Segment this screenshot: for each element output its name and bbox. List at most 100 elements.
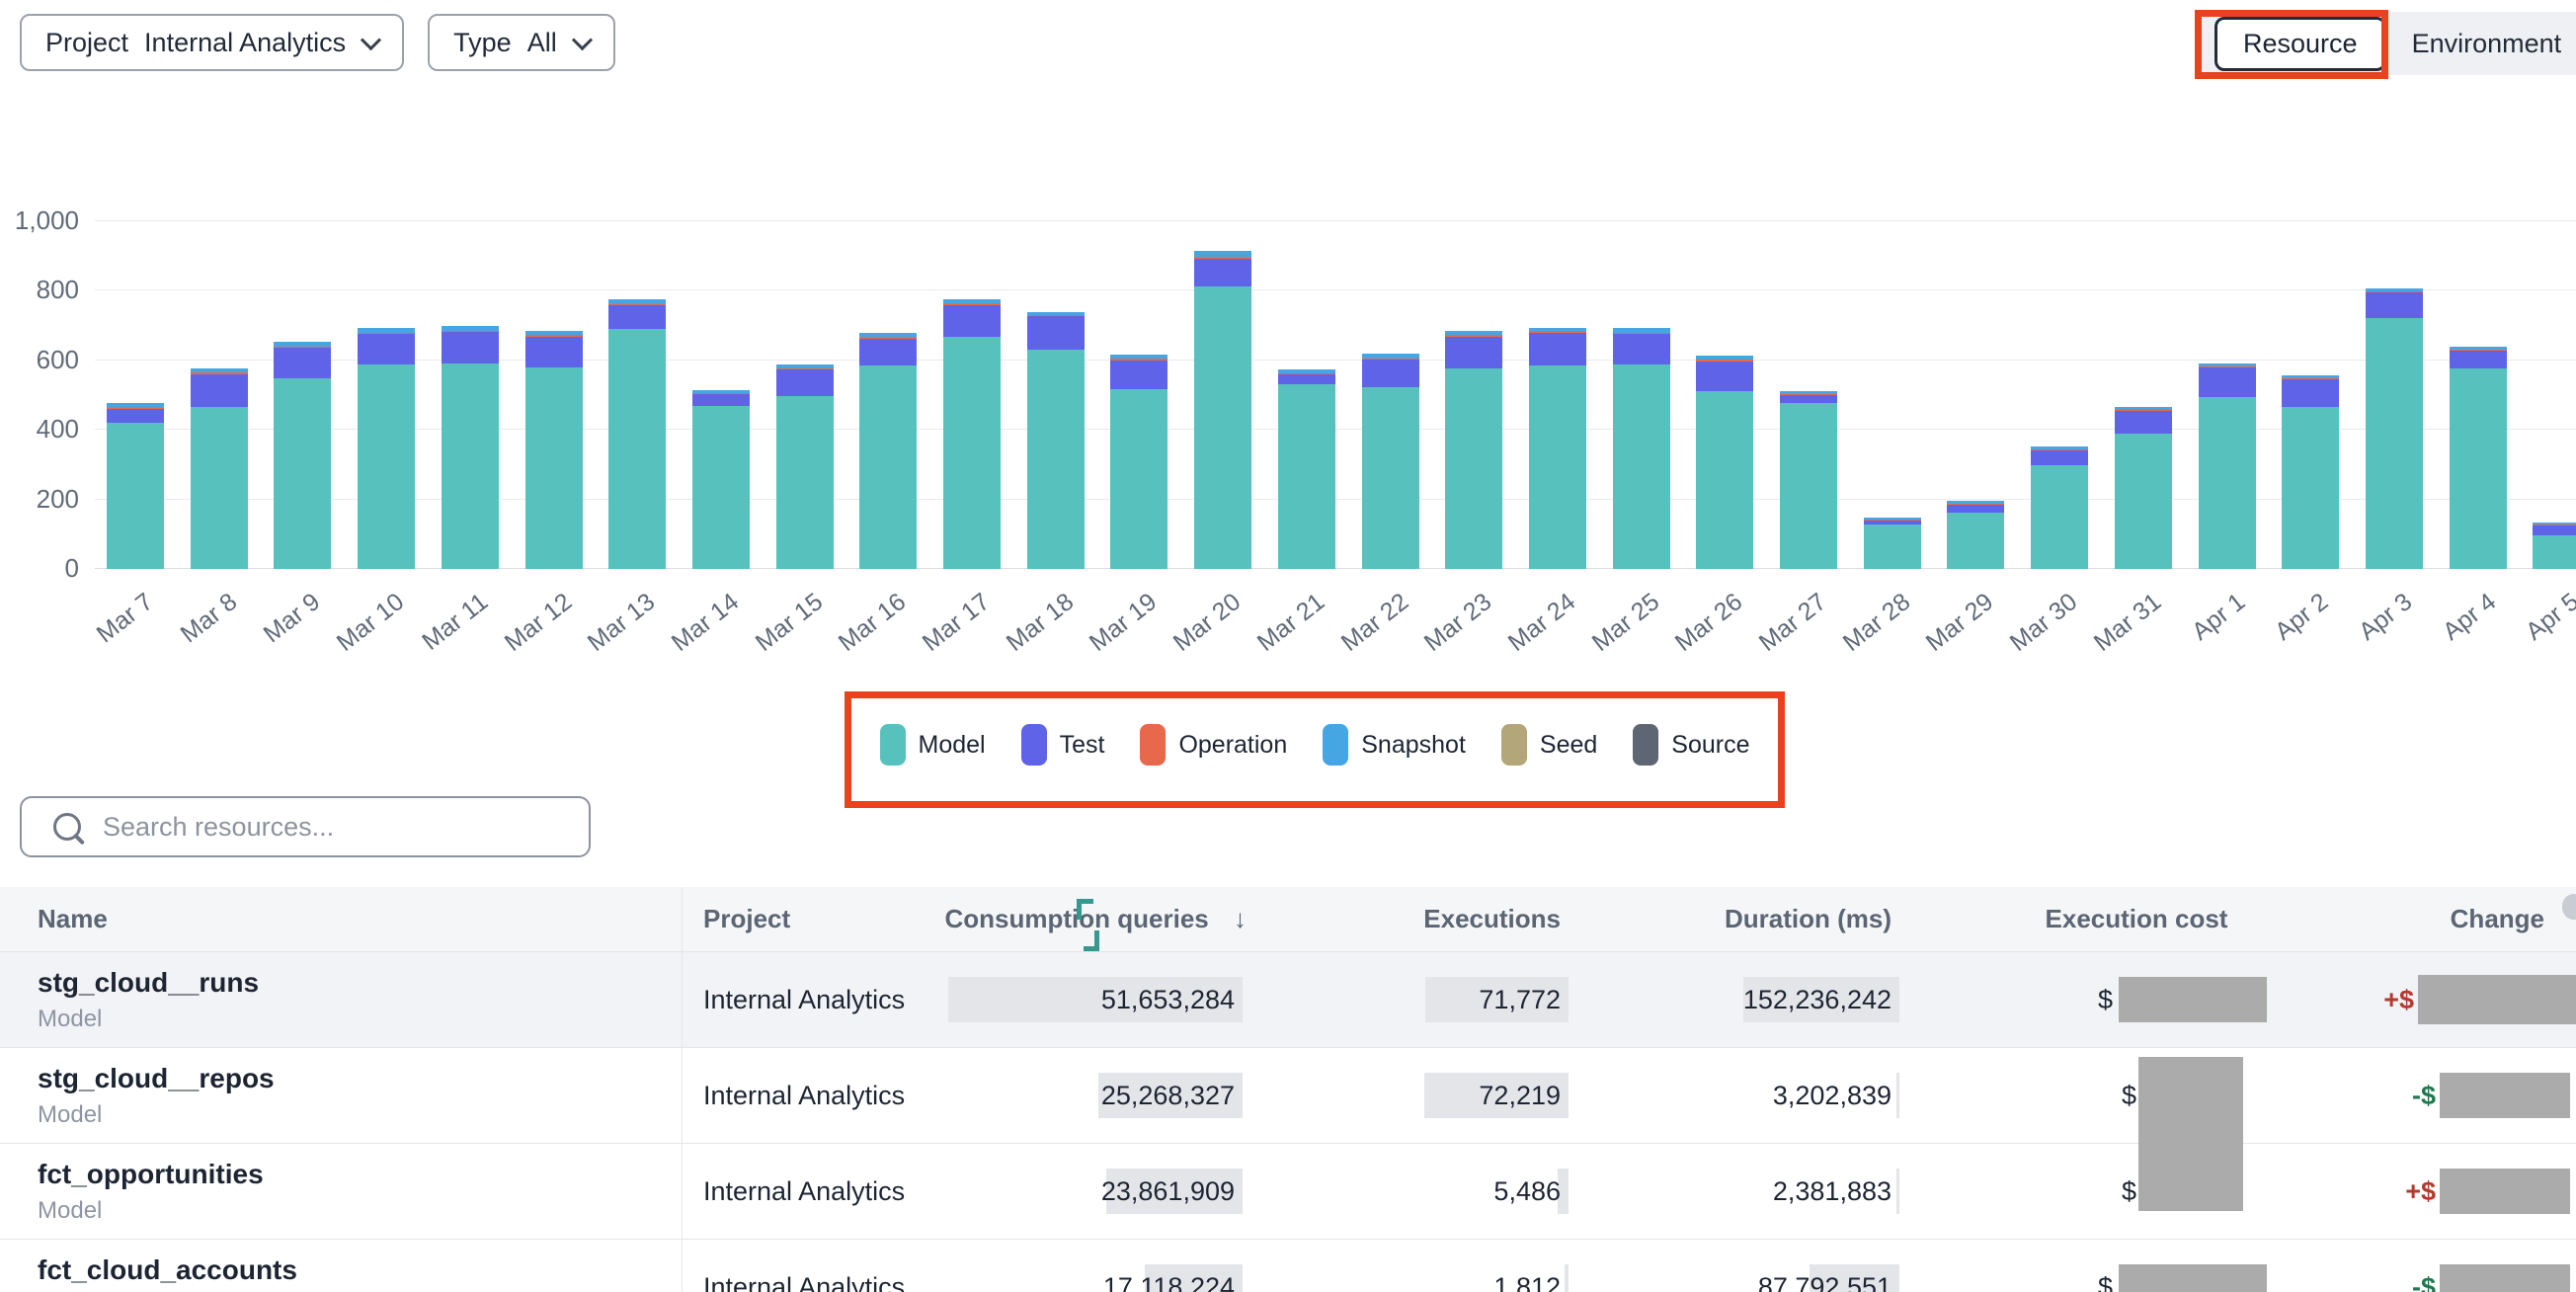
bar-mar-17[interactable] [943,299,1001,569]
column-header-name[interactable]: Name [38,887,108,951]
bar-mar-25[interactable] [1613,328,1670,569]
column-header-executions[interactable]: Executions [1423,887,1561,951]
bar-mar-10[interactable] [358,328,415,569]
change-cell: -$ [2339,1240,2576,1292]
column-header-change[interactable]: Change [2451,887,2544,951]
bar-mar-22[interactable] [1362,354,1419,569]
column-header-project[interactable]: Project [703,887,790,951]
bar-mar-24[interactable] [1529,328,1586,569]
bar-mar-13[interactable] [608,299,666,569]
resource-toggle-button[interactable]: Resource [2214,17,2386,71]
consumption-value: 51,653,284 [1101,985,1235,1015]
chevron-down-icon [572,30,593,50]
table-header-row: Name Project Consumption queries ↓ Execu… [0,887,2576,952]
legend-swatch-operation [1140,724,1166,766]
resource-name[interactable]: fct_cloud_accounts [38,1254,297,1286]
bar-segment-test [1613,334,1670,364]
legend-item-model[interactable]: Model [880,724,986,766]
bar-mar-11[interactable] [442,326,499,569]
x-axis-tick: Mar 28 [1812,588,1916,678]
change-value-redacted: -$ [2412,1272,2436,1292]
resource-name[interactable]: stg_cloud__runs [38,967,259,999]
column-header-duration[interactable]: Duration (ms) [1725,887,1892,951]
bar-segment-test [274,348,331,378]
legend-item-snapshot[interactable]: Snapshot [1323,724,1466,766]
duration-cell: 152,236,242 [1696,952,1892,1047]
x-axis-tick: Mar 17 [892,588,996,678]
bar-segment-model [1194,286,1251,569]
redaction-box [2440,1264,2570,1292]
bar-apr-5[interactable] [2533,523,2576,569]
bar-segment-model [1613,364,1670,569]
type-filter-value: All [527,28,557,58]
text-cursor-artifact [1084,930,1099,951]
bar-mar-29[interactable] [1947,501,2004,569]
bar-mar-23[interactable] [1445,331,1502,569]
bar-mar-21[interactable] [1278,369,1335,569]
bar-segment-test [608,305,666,329]
change-value-redacted: -$ [2412,1081,2436,1111]
x-axis-tick: Mar 19 [1059,588,1163,678]
column-header-execution-cost[interactable]: Execution cost [2005,887,2268,951]
bar-mar-12[interactable] [525,331,583,569]
bar-apr-1[interactable] [2199,363,2256,569]
bar-segment-test [358,334,415,364]
bar-segment-test [1947,505,2004,513]
filter-bar: Project Internal Analytics Type All [20,14,615,71]
bar-segment-model [943,337,1001,569]
bar-mar-9[interactable] [274,342,331,569]
legend-label: Source [1671,731,1749,760]
bar-mar-31[interactable] [2115,407,2172,569]
bar-mar-28[interactable] [1864,518,1921,569]
chart-legend: Model Test Operation Snapshot Seed Source [860,724,1769,766]
bar-mar-18[interactable] [1027,312,1085,569]
bar-apr-3[interactable] [2366,288,2423,569]
bar-apr-4[interactable] [2450,347,2507,569]
bar-segment-model [2450,368,2507,569]
resource-name[interactable]: fct_opportunities [38,1159,264,1190]
resource-name[interactable]: stg_cloud__repos [38,1063,275,1094]
legend-item-source[interactable]: Source [1633,724,1749,766]
table-row-fct_cloud_accounts[interactable]: fct_cloud_accountsModelInternal Analytic… [0,1240,2576,1292]
y-axis-tick: 600 [8,345,79,374]
search-input[interactable] [101,811,569,844]
x-axis-tick: Mar 23 [1394,588,1497,678]
legend-item-seed[interactable]: Seed [1501,724,1597,766]
project-filter-dropdown[interactable]: Project Internal Analytics [20,14,404,71]
legend-swatch-source [1633,724,1658,766]
bar-mar-27[interactable] [1780,391,1837,569]
bar-apr-2[interactable] [2282,375,2339,569]
project-cell: Internal Analytics [703,952,905,1047]
bar-mar-20[interactable] [1194,251,1251,569]
consumption-value: 25,268,327 [1101,1081,1235,1111]
x-axis-tick: Mar 24 [1478,588,1581,678]
table-row-stg_cloud__runs[interactable]: stg_cloud__runsModel Internal Analytics 51… [0,952,2576,1048]
legend-item-operation[interactable]: Operation [1140,724,1287,766]
bar-segment-model [2533,535,2576,569]
legend-swatch-test [1021,724,1047,766]
bar-mar-7[interactable] [107,403,164,569]
change-cell: -$ [2339,1048,2576,1143]
environment-toggle-button[interactable]: Environment [2412,29,2562,59]
legend-item-test[interactable]: Test [1021,724,1105,766]
bar-mar-8[interactable] [191,368,248,569]
bar-segment-model [1110,389,1167,569]
x-axis-tick: Mar 30 [1979,588,2083,678]
bar-segment-test [1362,360,1419,387]
bar-segment-test [2450,351,2507,368]
analytics-dashboard: Project Internal Analytics Type All Reso… [0,0,2576,1292]
bar-segment-model [1864,525,1921,569]
bar-mar-19[interactable] [1110,355,1167,569]
search-icon [53,813,81,841]
type-filter-dropdown[interactable]: Type All [428,14,615,71]
redaction-box [2138,1057,2243,1211]
executions-cell: 72,219 [1377,1048,1561,1143]
bar-mar-26[interactable] [1696,356,1753,569]
bar-mar-15[interactable] [776,364,834,569]
change-value-redacted: +$ [2383,985,2414,1015]
resource-name-cell: stg_cloud__runsModel [38,967,259,1033]
bar-mar-30[interactable] [2031,446,2088,569]
executions-value: 71,772 [1479,985,1561,1015]
bar-mar-14[interactable] [692,390,750,569]
bar-mar-16[interactable] [859,333,917,569]
